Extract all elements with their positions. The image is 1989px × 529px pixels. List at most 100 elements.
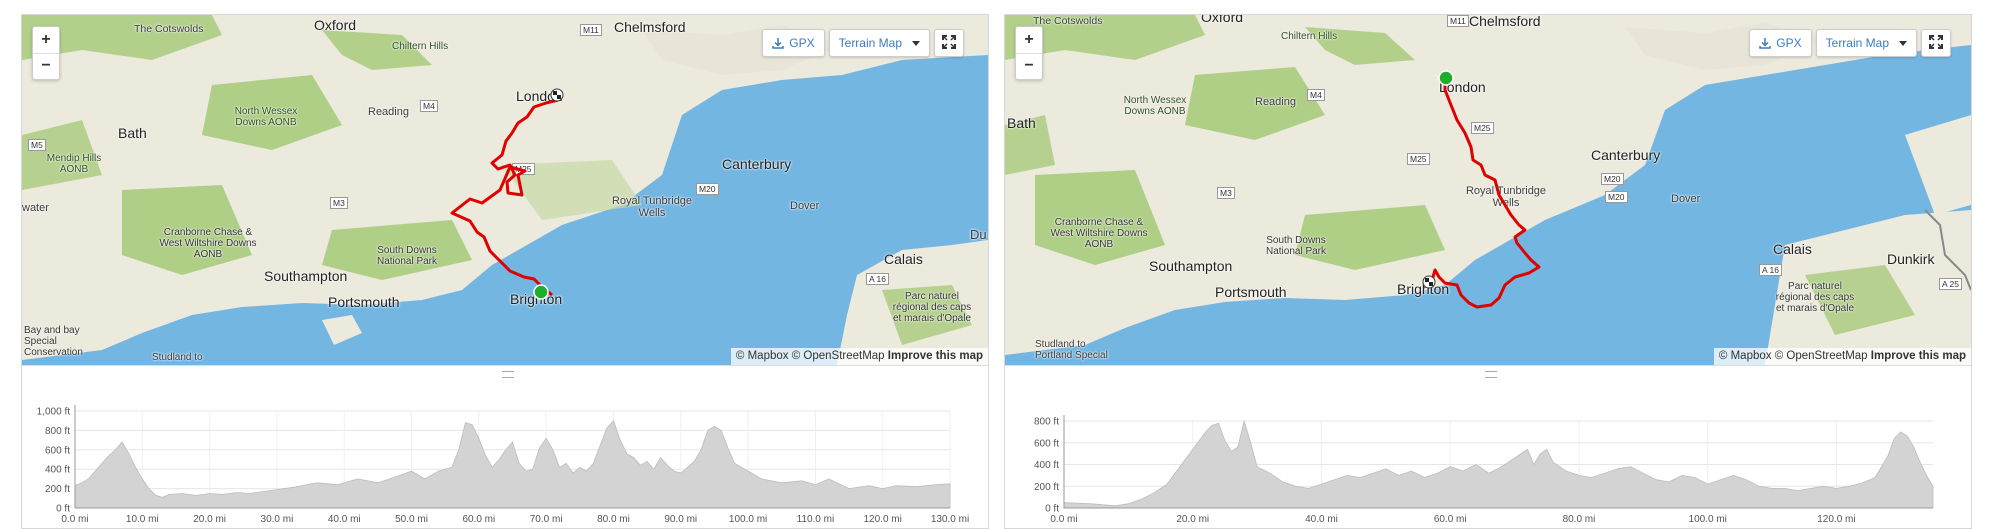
map-label: Brighton bbox=[510, 291, 563, 307]
map-label: Du bbox=[970, 227, 987, 242]
x-tick-label: 70.0 mi bbox=[530, 514, 563, 525]
y-tick-label: 200 ft bbox=[45, 484, 70, 495]
gpx-label: GPX bbox=[1776, 36, 1802, 50]
map-label: Chiltern Hills bbox=[1281, 31, 1338, 42]
resize-handle[interactable] bbox=[22, 365, 988, 384]
map-label: Mendip Hills AONB bbox=[46, 153, 102, 175]
elevation-svg: 0 ft 200 ft 400 ft 600 ft 800 ft 0.0 mi 20.0 m… bbox=[1034, 415, 1934, 525]
map-type-label: Terrain Map bbox=[1825, 36, 1889, 50]
map-2[interactable]: The Cotswolds Oxford Chelmsford Chiltern… bbox=[1005, 15, 1971, 365]
map-label: Reading bbox=[368, 106, 409, 118]
y-tick-label: 0 ft bbox=[1045, 504, 1059, 515]
gpx-label: GPX bbox=[789, 36, 815, 50]
improve-map-link[interactable]: Improve this map bbox=[1871, 350, 1966, 362]
zoom-out-button[interactable]: − bbox=[33, 53, 59, 79]
fullscreen-button[interactable] bbox=[934, 29, 964, 57]
road-badge: M25 bbox=[1471, 122, 1494, 134]
map-label: Cranborne Chase & West Wiltshire Downs A… bbox=[159, 227, 257, 260]
y-tick-label: 800 ft bbox=[1034, 417, 1059, 428]
map-label: Parc naturel régional des caps et marais… bbox=[892, 291, 972, 324]
caret-down-icon bbox=[912, 40, 920, 46]
map-label: Portsmouth bbox=[1215, 284, 1287, 300]
grip-icon bbox=[1485, 371, 1497, 378]
road-badge: M3 bbox=[330, 197, 348, 209]
map-label: Chelmsford bbox=[1469, 15, 1541, 29]
x-tick-label: 20.0 mi bbox=[1176, 514, 1209, 525]
x-tick-label: 110.0 mi bbox=[797, 514, 835, 525]
x-tick-label: 20.0 mi bbox=[193, 514, 226, 525]
map-label: Brighton bbox=[1397, 281, 1450, 297]
map-type-dropdown[interactable]: Terrain Map bbox=[828, 29, 930, 57]
map-type-dropdown[interactable]: Terrain Map bbox=[1815, 29, 1917, 57]
map-label: Canterbury bbox=[722, 156, 792, 172]
caret-down-icon bbox=[1899, 40, 1907, 46]
zoom-control: + − bbox=[32, 26, 60, 80]
map-1[interactable]: The Cotswolds Oxford Chelmsford Chiltern… bbox=[22, 15, 988, 365]
osm-link[interactable]: © OpenStreetMap bbox=[792, 350, 885, 362]
map-label: London bbox=[1439, 79, 1486, 95]
road-badge: A 16 bbox=[866, 273, 890, 285]
resize-handle[interactable] bbox=[1005, 365, 1971, 384]
route-panel-2: The Cotswolds Oxford Chelmsford Chiltern… bbox=[1004, 14, 1972, 529]
map-label: North Wessex Downs AONB bbox=[1123, 95, 1187, 117]
x-tick-label: 130.0 mi bbox=[931, 514, 969, 525]
x-tick-label: 40.0 mi bbox=[1305, 514, 1338, 525]
y-tick-label: 0 ft bbox=[56, 504, 70, 515]
map-label: Portsmouth bbox=[328, 294, 400, 310]
map-label: Bay and bay Special Conservation bbox=[24, 325, 83, 358]
road-badge: M4 bbox=[420, 100, 438, 112]
map-label: South Downs National Park bbox=[376, 245, 438, 267]
map-label: Canterbury bbox=[1591, 147, 1661, 163]
map-label: Calais bbox=[1773, 241, 1812, 257]
map-attribution: © Mapbox © OpenStreetMap Improve this ma… bbox=[1713, 348, 1971, 365]
gpx-download-button[interactable]: GPX bbox=[1749, 29, 1812, 57]
road-badge: M3 bbox=[1217, 187, 1235, 199]
road-badge: M20 bbox=[1605, 191, 1628, 203]
map-label: North Wessex Downs AONB bbox=[234, 106, 298, 128]
fullscreen-button[interactable] bbox=[1921, 29, 1951, 57]
y-tick-label: 600 ft bbox=[1034, 438, 1059, 449]
x-tick-label: 60.0 mi bbox=[462, 514, 495, 525]
gpx-download-button[interactable]: GPX bbox=[762, 29, 825, 57]
road-badge: A 16 bbox=[1759, 264, 1783, 276]
map-label: Chiltern Hills bbox=[392, 41, 449, 52]
improve-map-link[interactable]: Improve this map bbox=[888, 350, 983, 362]
x-tick-label: 120.0 mi bbox=[1817, 514, 1855, 525]
map-label: South Downs National Park bbox=[1265, 235, 1327, 257]
map-label: Reading bbox=[1255, 96, 1296, 108]
map-label: Chelmsford bbox=[614, 19, 686, 35]
map-label: Bath bbox=[1007, 115, 1036, 131]
map-label: Royal Tunbridge Wells bbox=[611, 195, 693, 219]
expand-icon bbox=[1929, 34, 1943, 52]
map-label: Royal Tunbridge Wells bbox=[1465, 185, 1547, 209]
road-badge: M25 bbox=[512, 163, 535, 175]
zoom-out-button[interactable]: − bbox=[1016, 53, 1042, 79]
map-label: Parc naturel régional des caps et marais… bbox=[1775, 281, 1855, 314]
map-label: Southampton bbox=[1149, 258, 1233, 274]
map-label: London bbox=[516, 88, 563, 104]
map-controls: GPX Terrain Map bbox=[762, 29, 964, 57]
road-badge: M11 bbox=[1447, 15, 1469, 27]
road-badge: M11 bbox=[580, 24, 602, 36]
map-type-label: Terrain Map bbox=[838, 36, 902, 50]
road-badge: M4 bbox=[1307, 89, 1325, 101]
map-attribution: © Mapbox © OpenStreetMap Improve this ma… bbox=[730, 348, 988, 365]
map-terrain bbox=[22, 15, 988, 365]
road-badge: M5 bbox=[28, 139, 46, 151]
x-tick-label: 40.0 mi bbox=[328, 514, 361, 525]
zoom-in-button[interactable]: + bbox=[33, 27, 59, 53]
download-icon bbox=[1759, 37, 1772, 49]
mapbox-link[interactable]: © Mapbox bbox=[736, 350, 789, 362]
x-tick-label: 100.0 mi bbox=[1689, 514, 1727, 525]
map-label: Bath bbox=[118, 125, 147, 141]
x-tick-label: 100.0 mi bbox=[729, 514, 767, 525]
expand-icon bbox=[942, 34, 956, 52]
map-label: Studland to Portland Special bbox=[1035, 339, 1108, 361]
osm-link[interactable]: © OpenStreetMap bbox=[1775, 350, 1868, 362]
map-label: Dover bbox=[1671, 193, 1701, 205]
map-label: Oxford bbox=[314, 17, 357, 33]
x-tick-label: 50.0 mi bbox=[395, 514, 428, 525]
zoom-in-button[interactable]: + bbox=[1016, 27, 1042, 53]
y-tick-label: 800 ft bbox=[45, 426, 70, 437]
mapbox-link[interactable]: © Mapbox bbox=[1719, 350, 1772, 362]
